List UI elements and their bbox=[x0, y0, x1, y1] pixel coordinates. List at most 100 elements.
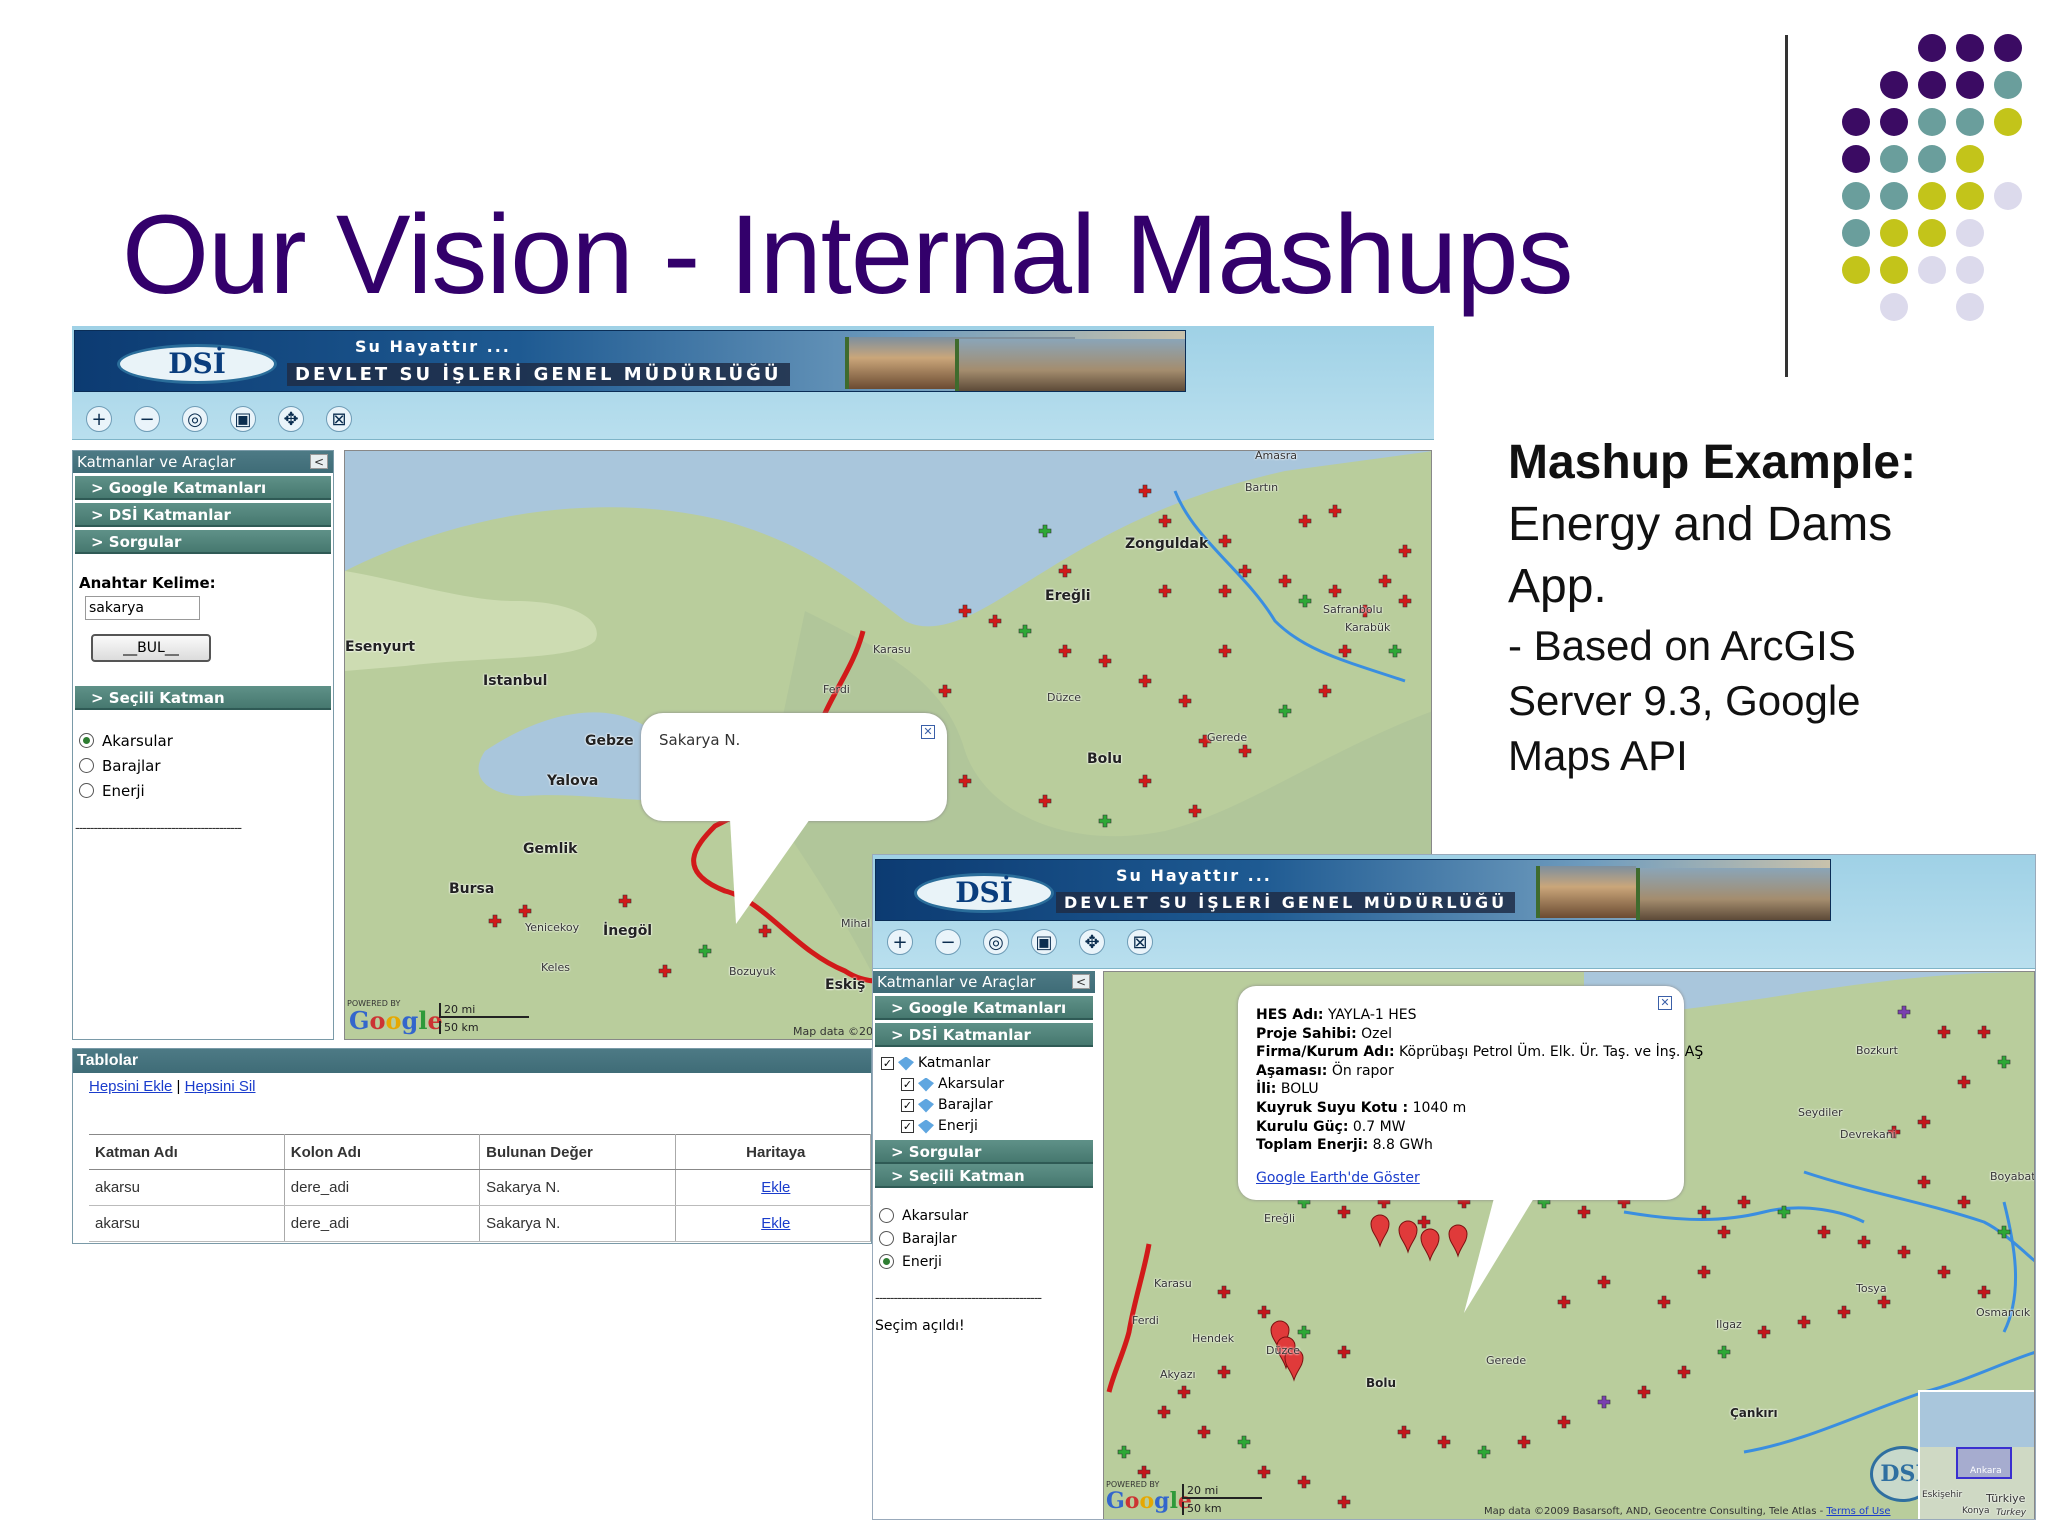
radio-barajlar[interactable]: Barajlar bbox=[873, 1227, 1095, 1250]
google-earth-link[interactable]: Google Earth'de Göster bbox=[1256, 1170, 1420, 1186]
checkbox[interactable]: ✓ bbox=[901, 1099, 914, 1112]
full-extent-icon[interactable]: ◎ bbox=[983, 929, 1009, 955]
collapse-panel-button[interactable]: < bbox=[310, 454, 328, 469]
zoom-in-icon[interactable]: + bbox=[86, 406, 112, 432]
panel-title: Katmanlar ve Araçlar < bbox=[73, 451, 333, 473]
accordion-queries[interactable]: > Sorgular bbox=[75, 530, 331, 554]
accordion-queries[interactable]: > Sorgular bbox=[875, 1140, 1093, 1164]
radio-button[interactable] bbox=[879, 1254, 894, 1269]
map-label-ferdi: Ferdi bbox=[823, 683, 850, 696]
map-label-gemlik: Gemlik bbox=[523, 841, 578, 857]
radio-akarsular[interactable]: Akarsular bbox=[873, 1204, 1095, 1227]
identify-icon[interactable]: ⊠ bbox=[326, 406, 352, 432]
scale-bar-km: 50 km bbox=[439, 1021, 559, 1034]
decorative-dot bbox=[1956, 182, 1984, 210]
add-to-map-link[interactable]: Ekle bbox=[675, 1205, 872, 1242]
full-extent-icon[interactable]: ◎ bbox=[182, 406, 208, 432]
selection-status: Seçim açıldı! bbox=[875, 1318, 965, 1334]
decorative-dot bbox=[1994, 182, 2022, 210]
map-label-gerede: Gerede bbox=[1486, 1354, 1527, 1367]
radio-label: Akarsular bbox=[102, 731, 173, 750]
pan-icon[interactable]: ✥ bbox=[1079, 929, 1105, 955]
radio-enerji[interactable]: Enerji bbox=[873, 1250, 1095, 1273]
map-label-seydiler: Seydiler bbox=[1798, 1106, 1843, 1119]
link-separator: | bbox=[176, 1078, 181, 1095]
accordion-google-layers[interactable]: > Google Katmanları bbox=[875, 996, 1093, 1020]
radio-akarsular[interactable]: Akarsular bbox=[73, 728, 333, 753]
map-attribution: Map data ©20 bbox=[793, 1025, 873, 1038]
remove-all-link[interactable]: Hepsini Sil bbox=[185, 1078, 256, 1095]
zoom-out-icon[interactable]: − bbox=[134, 406, 160, 432]
radio-label: Barajlar bbox=[102, 756, 161, 775]
add-to-map-link[interactable]: Ekle bbox=[675, 1169, 872, 1206]
tree-item-barajlar[interactable]: ✓ Barajlar bbox=[881, 1095, 1095, 1116]
decorative-dot bbox=[1842, 108, 1870, 136]
decorative-dot bbox=[1994, 108, 2022, 136]
terms-of-use-link[interactable]: Terms of Use bbox=[1826, 1506, 1890, 1517]
zoom-box-icon[interactable]: ▣ bbox=[230, 406, 256, 432]
radio-barajlar[interactable]: Barajlar bbox=[73, 753, 333, 778]
checkbox[interactable]: ✓ bbox=[901, 1078, 914, 1091]
accordion-dsi-layers[interactable]: > DSİ Katmanlar bbox=[875, 1023, 1093, 1047]
collapse-panel-button[interactable]: < bbox=[1072, 974, 1090, 989]
banner-photo bbox=[1536, 866, 1636, 918]
accordion-selected-layer[interactable]: > Seçili Katman bbox=[75, 686, 331, 710]
inset-label-konya: Konya bbox=[1962, 1506, 1990, 1516]
hes-detail-value: Köprübaşı Petrol Üm. Elk. Ür. Taş. ve İn… bbox=[1394, 1044, 1704, 1061]
column-header: Katman Adı bbox=[89, 1134, 285, 1170]
zoom-out-icon[interactable]: − bbox=[935, 929, 961, 955]
overview-inset-map[interactable]: Ankara Eskişehir Türkiye Konya Turkey bbox=[1918, 1390, 2034, 1519]
tree-item-akarsular[interactable]: ✓ Akarsular bbox=[881, 1074, 1095, 1095]
hes-detail-row: Kuyruk Suyu Kotu : 1040 m bbox=[1256, 1099, 1703, 1118]
map-label-safranbolu: Safranbolu bbox=[1323, 603, 1383, 616]
checkbox[interactable]: ✓ bbox=[901, 1120, 914, 1133]
tree-root[interactable]: ✓ Katmanlar bbox=[881, 1053, 1095, 1074]
identify-icon[interactable]: ⊠ bbox=[1127, 929, 1153, 955]
map-label-esenyurt: Esenyurt bbox=[345, 639, 416, 655]
results-title: Tablolar bbox=[73, 1049, 871, 1073]
panel-title-text: Katmanlar ve Araçlar bbox=[877, 973, 1036, 991]
map-label-yenicekoy: Yenicekoy bbox=[525, 921, 580, 934]
accordion-dsi-layers[interactable]: > DSİ Katmanlar bbox=[75, 503, 331, 527]
keyword-input[interactable] bbox=[85, 596, 200, 620]
hes-detail-key: HES Adı: bbox=[1256, 1007, 1324, 1023]
table-cell: akarsu bbox=[89, 1205, 285, 1242]
banner-slogan: Su Hayattır ... bbox=[355, 337, 511, 356]
accordion-google-layers[interactable]: > Google Katmanları bbox=[75, 476, 331, 500]
hes-detail-key: Firma/Kurum Adı: bbox=[1256, 1044, 1395, 1061]
accordion-selected-layer[interactable]: > Seçili Katman bbox=[875, 1164, 1093, 1188]
decorative-dot bbox=[1842, 256, 1870, 284]
checkbox[interactable]: ✓ bbox=[881, 1057, 894, 1070]
zoom-in-icon[interactable]: + bbox=[887, 929, 913, 955]
map-view-energy[interactable]: Ereğli Karasu Hendek Düzce Akyazı Bolu G… bbox=[1103, 971, 2035, 1519]
tree-item-enerji[interactable]: ✓ Enerji bbox=[881, 1116, 1095, 1137]
radio-button[interactable] bbox=[79, 758, 94, 773]
decorative-dot bbox=[1994, 71, 2022, 99]
close-popup-button[interactable]: ✕ bbox=[921, 725, 935, 739]
scale-bar-mi: 20 mi bbox=[439, 1003, 529, 1018]
hes-detail-value: 8.8 GWh bbox=[1368, 1137, 1433, 1154]
radio-button[interactable] bbox=[879, 1231, 894, 1246]
map-label-karasu: Karasu bbox=[1154, 1277, 1192, 1290]
app-window-energy: DSİ Su Hayattır ... DEVLET SU İŞLERİ GEN… bbox=[872, 854, 2036, 1520]
map-label-zonguldak: Zonguldak bbox=[1125, 536, 1209, 552]
radio-button[interactable] bbox=[79, 733, 94, 748]
decorative-dot bbox=[1956, 219, 1984, 247]
zoom-box-icon[interactable]: ▣ bbox=[1031, 929, 1057, 955]
separator-dashes: ----------------------------------------… bbox=[75, 821, 242, 836]
map-label-bursa: Bursa bbox=[449, 881, 495, 897]
find-button[interactable]: __BUL__ bbox=[91, 634, 211, 662]
radio-button[interactable] bbox=[79, 783, 94, 798]
map-label-bozuyuk: Bozuyuk bbox=[729, 965, 776, 978]
map-label-boyabat: Boyabat bbox=[1990, 1170, 2035, 1183]
layer-icon bbox=[918, 1077, 934, 1092]
map-label-hendek: Hendek bbox=[1192, 1332, 1235, 1345]
radio-enerji[interactable]: Enerji bbox=[73, 778, 333, 803]
add-all-link[interactable]: Hepsini Ekle bbox=[89, 1078, 172, 1095]
pan-icon[interactable]: ✥ bbox=[278, 406, 304, 432]
dsi-banner: DSİ Su Hayattır ... DEVLET SU İŞLERİ GEN… bbox=[74, 330, 1186, 392]
hes-detail-value: YAYLA-1 HES bbox=[1323, 1007, 1417, 1023]
radio-button[interactable] bbox=[879, 1208, 894, 1223]
map-label-ferdi: Ferdi bbox=[1132, 1314, 1159, 1327]
radio-label: Barajlar bbox=[902, 1230, 957, 1247]
